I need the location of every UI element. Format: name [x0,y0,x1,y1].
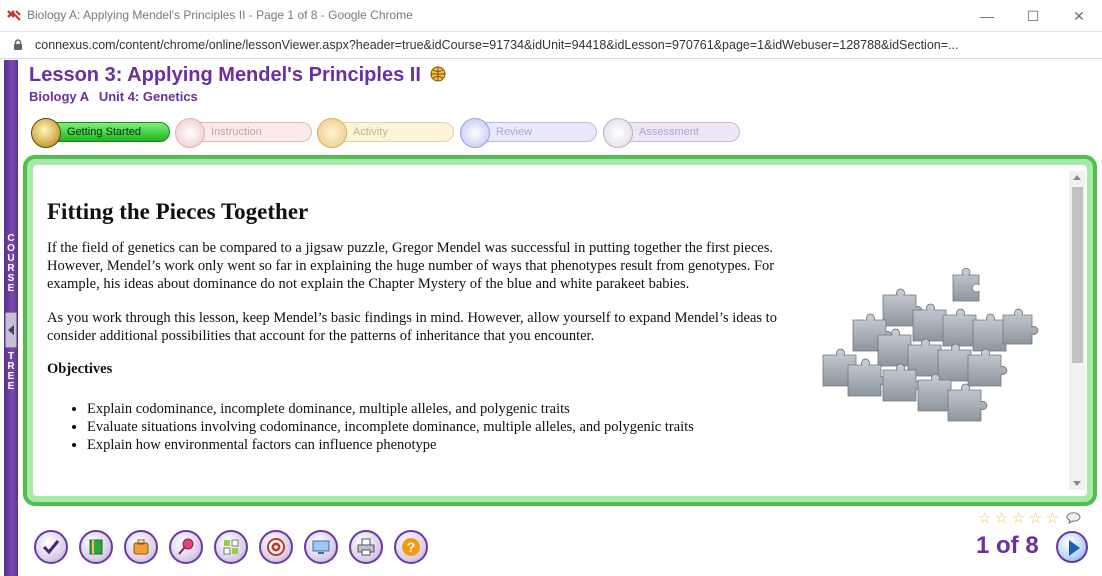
puzzle-pieces-image [822,267,1039,422]
globe-icon[interactable] [430,66,446,82]
content-scrollbar[interactable] [1069,171,1085,490]
book-button[interactable] [79,530,113,564]
star-icon[interactable]: ☆ [1029,511,1042,527]
objectives-heading: Objectives [47,361,113,377]
pushpin-icon [178,538,194,555]
help-button[interactable]: ? [394,530,428,564]
tab-label: Instruction [211,126,262,138]
tab-getting-started[interactable]: Getting Started [31,118,170,148]
address-bar[interactable]: connexus.com/content/chrome/online/lesso… [0,32,1102,59]
course-tree-toggle[interactable] [5,312,17,348]
printer-icon [357,538,375,556]
objective-item: Explain how environmental factors can in… [87,436,777,454]
course-tree-label-course: COURSE [7,233,15,294]
book-icon [89,539,103,555]
content-paragraph: If the field of genetics can be compared… [47,240,775,292]
books-icon [317,118,347,148]
tab-label: Review [496,126,533,138]
comment-icon[interactable] [1066,512,1081,524]
tab-instruction[interactable]: Instruction [175,118,312,148]
page-indicator: 1 of 8 [976,532,1039,559]
lesson-content-area[interactable]: Fitting the Pieces Together If the field… [33,165,1087,496]
objective-item: Evaluate situations involving codominanc… [87,418,777,436]
close-button[interactable]: ✕ [1056,0,1102,32]
window-title: Biology A: Applying Mendel's Principles … [27,8,413,22]
briefcase-icon [133,539,149,555]
star-icon[interactable]: ☆ [1046,511,1059,527]
maximize-button[interactable]: ☐ [1010,0,1056,32]
minimize-button[interactable]: — [964,0,1010,32]
lesson-title-text: Lesson 3: Applying Mendel's Principles I… [29,64,421,86]
next-page-button[interactable] [1056,531,1088,563]
briefcase-button[interactable] [124,530,158,564]
tab-label: Getting Started [67,126,141,138]
scroll-up-icon[interactable] [1073,175,1081,180]
lesson-rating[interactable]: ☆ ☆ ☆ ☆ ☆ [978,510,1059,527]
window-titlebar: Biology A: Applying Mendel's Principles … [0,0,1102,32]
scroll-down-icon[interactable] [1073,481,1081,486]
monitor-button[interactable] [304,530,338,564]
tab-label: Assessment [639,126,699,138]
course-tree-panel[interactable]: COURSE TREE [0,60,20,576]
pushpin-button[interactable] [169,530,203,564]
help-icon: ? [402,538,420,556]
connexus-logo-icon [7,10,21,21]
star-icon[interactable]: ☆ [995,511,1008,527]
target-button[interactable] [259,530,293,564]
lesson-breadcrumb: Biology A Unit 4: Genetics [29,89,204,104]
lesson-content-frame: Fitting the Pieces Together If the field… [23,155,1097,506]
checkmark-icon [42,540,60,555]
tab-assessment[interactable]: Assessment [603,118,740,148]
unit-name: Unit 4: Genetics [98,89,198,104]
objectives-list: Explain codominance, incomplete dominanc… [87,400,777,454]
printer-button[interactable] [349,530,383,564]
grid-icon [223,539,239,555]
document-icon [175,118,205,148]
course-name: Biology A [29,89,90,104]
content-paragraph: As you work through this lesson, keep Me… [47,310,777,344]
url-text[interactable]: connexus.com/content/chrome/online/lesso… [35,38,1095,52]
target-icon [267,538,285,556]
lock-icon [14,39,22,50]
tab-activity[interactable]: Activity [317,118,454,148]
grid-button[interactable] [214,530,248,564]
lesson-title: Lesson 3: Applying Mendel's Principles I… [29,64,446,87]
star-icon[interactable]: ☆ [978,511,991,527]
monitor-icon [312,540,330,554]
lesson-content: Fitting the Pieces Together If the field… [47,175,777,454]
content-heading: Fitting the Pieces Together [47,199,309,224]
tab-review[interactable]: Review [460,118,597,148]
refresh-icon [460,118,490,148]
svg-text:?: ? [407,539,416,555]
checkmark-button[interactable] [34,530,68,564]
checklist-icon [603,118,633,148]
traffic-light-icon [31,118,61,148]
star-icon[interactable]: ☆ [1012,511,1025,527]
objective-item: Explain codominance, incomplete dominanc… [87,400,777,418]
course-tree-label-tree: TREE [7,351,15,392]
scrollbar-thumb[interactable] [1072,187,1083,363]
tab-label: Activity [353,126,388,138]
